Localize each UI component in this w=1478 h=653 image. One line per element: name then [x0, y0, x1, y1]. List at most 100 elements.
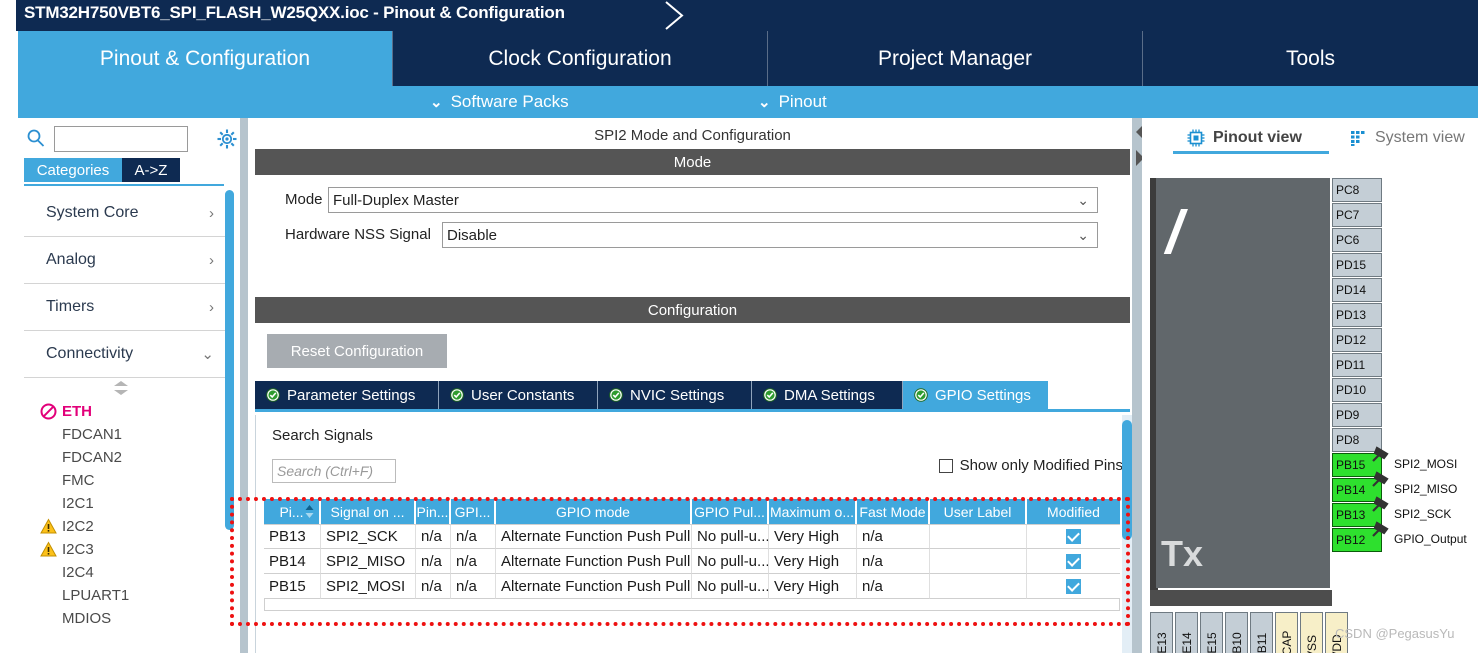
pin-pd13[interactable]: PD13 — [1332, 303, 1382, 327]
cell-gpio-pull[interactable]: No pull-u... — [692, 524, 769, 549]
pin-pd9[interactable]: PD9 — [1332, 403, 1382, 427]
pin-pd15[interactable]: PD15 — [1332, 253, 1382, 277]
column-header-gpio[interactable]: GPI... — [451, 499, 496, 524]
pinout-view-tab-label: System view — [1375, 129, 1465, 146]
cell-maximum-output[interactable]: Very High — [769, 549, 857, 574]
cell-gpio-mode[interactable]: Alternate Function Push Pull — [496, 524, 692, 549]
tab-dma-settings[interactable]: DMA Settings — [752, 381, 903, 409]
search-icon[interactable] — [26, 128, 46, 148]
sidebar-item-system-core[interactable]: System Core › — [24, 190, 230, 237]
pin-pb11[interactable]: PB11 — [1250, 612, 1273, 653]
segment-label: A->Z — [134, 161, 168, 179]
tab-pinout-configuration[interactable]: Pinout & Configuration — [18, 31, 393, 86]
sidebar-scrollbar-thumb[interactable] — [225, 190, 234, 530]
cell-maximum-output[interactable]: Very High — [769, 524, 857, 549]
software-packs-menu[interactable]: ⌄ Software Packs — [430, 86, 569, 118]
segment-categories[interactable]: Categories — [24, 158, 122, 182]
cell-user-label[interactable] — [930, 574, 1027, 599]
column-header-maximum-output[interactable]: Maximum o... — [769, 499, 857, 524]
sidebar-item-mdios[interactable]: MDIOS — [38, 607, 228, 630]
reset-configuration-button[interactable]: Reset Configuration — [267, 334, 447, 368]
pinout-view-tab-label: Pinout view — [1213, 129, 1302, 146]
cell-gpio-pull[interactable]: No pull-u... — [692, 574, 769, 599]
pin-pd12[interactable]: PD12 — [1332, 328, 1382, 352]
tab-user-constants[interactable]: User Constants — [439, 381, 598, 409]
cell-maximum-output[interactable]: Very High — [769, 574, 857, 599]
tab-clock-configuration[interactable]: Clock Configuration — [393, 31, 768, 86]
table-row[interactable]: PB15 SPI2_MOSI n/a n/a Alternate Functio… — [264, 574, 1120, 599]
configuration-tab-underline — [255, 409, 1130, 412]
resize-handle-icon[interactable] — [110, 381, 132, 395]
column-header-gpio-pull[interactable]: GPIO Pul... — [692, 499, 769, 524]
nss-field-label: Hardware NSS Signal — [285, 226, 431, 243]
sidebar-search-input[interactable] — [54, 126, 188, 152]
column-header-signal-on[interactable]: Signal on ... — [321, 499, 416, 524]
column-header-gpio-mode[interactable]: GPIO mode — [496, 499, 692, 524]
cell-gpio-mode[interactable]: Alternate Function Push Pull — [496, 574, 692, 599]
pin-pc6[interactable]: PC6 — [1332, 228, 1382, 252]
sidebar-item-i2c4[interactable]: I2C4 — [38, 561, 228, 584]
table-row[interactable]: PB14 SPI2_MISO n/a n/a Alternate Functio… — [264, 549, 1120, 574]
tab-system-view[interactable]: System view — [1350, 123, 1465, 153]
cell-user-label[interactable] — [930, 524, 1027, 549]
sidebar-item-connectivity[interactable]: Connectivity ⌄ — [24, 331, 230, 378]
gear-icon[interactable] — [216, 128, 238, 150]
column-header-fast-mode[interactable]: Fast Mode — [857, 499, 930, 524]
pin-pb10[interactable]: PB10 — [1225, 612, 1248, 653]
grid-icon — [1351, 130, 1365, 146]
sidebar-item-fdcan1[interactable]: FDCAN1 — [38, 423, 228, 446]
tab-tools[interactable]: Tools — [1143, 31, 1478, 86]
show-only-modified-pins-checkbox[interactable]: Show only Modified Pins — [938, 457, 1123, 474]
pin-pd10[interactable]: PD10 — [1332, 378, 1382, 402]
pin-pe15[interactable]: PE15 — [1200, 612, 1223, 653]
tab-nvic-settings[interactable]: NVIC Settings — [598, 381, 752, 409]
hardware-nss-select[interactable]: Disable ⌄ — [442, 222, 1098, 248]
column-header-user-label[interactable]: User Label — [930, 499, 1027, 524]
sidebar-item-i2c3[interactable]: I2C3 — [38, 538, 228, 561]
cell-modified[interactable] — [1027, 524, 1120, 549]
pin-name: PB12 — [1336, 533, 1366, 547]
cell-user-label[interactable] — [930, 549, 1027, 574]
pin-vcap[interactable]: VCAP — [1275, 612, 1298, 653]
sidebar-item-timers[interactable]: Timers › — [24, 284, 230, 331]
chip-diagram[interactable]: / Tx PC8 PC7 PC6 PD15 PD14 PD13 PD12 PD1… — [1142, 160, 1478, 653]
peripheral-list: ETH FDCAN1 FDCAN2 FMC I2C1 I2C2 I2C3 I2C… — [38, 400, 228, 630]
table-empty-filler — [264, 599, 1120, 611]
pin-pc8[interactable]: PC8 — [1332, 178, 1382, 202]
cell-modified[interactable] — [1027, 549, 1120, 574]
sidebar-item-eth[interactable]: ETH — [38, 400, 228, 423]
peripheral-label: I2C1 — [62, 495, 94, 512]
sidebar-item-analog[interactable]: Analog › — [24, 237, 230, 284]
sidebar-splitter[interactable] — [240, 118, 248, 653]
table-row[interactable]: PB13 SPI2_SCK n/a n/a Alternate Function… — [264, 524, 1120, 549]
column-header-pin-context[interactable]: Pin... — [416, 499, 451, 524]
sidebar-item-i2c1[interactable]: I2C1 — [38, 492, 228, 515]
tab-pinout-view[interactable]: Pinout view — [1187, 123, 1302, 153]
column-header-pin[interactable]: Pi... — [264, 499, 321, 524]
configuration-splitter[interactable] — [1132, 118, 1142, 653]
signal-search-input[interactable]: Search (Ctrl+F) — [272, 459, 396, 483]
sidebar-item-fmc[interactable]: FMC — [38, 469, 228, 492]
tab-gpio-settings[interactable]: GPIO Settings — [903, 381, 1048, 409]
cell-gpio-mode[interactable]: Alternate Function Push Pull — [496, 549, 692, 574]
pin-vss[interactable]: VSS — [1300, 612, 1323, 653]
configuration-scrollbar-thumb[interactable] — [1122, 420, 1132, 540]
pin-pe13[interactable]: PE13 — [1150, 612, 1173, 653]
pinout-menu[interactable]: ⌄ Pinout — [758, 86, 827, 118]
tab-parameter-settings[interactable]: Parameter Settings — [255, 381, 439, 409]
chip-logo-partial: / — [1166, 199, 1183, 266]
mode-select[interactable]: Full-Duplex Master ⌄ — [328, 187, 1098, 213]
cell-modified[interactable] — [1027, 574, 1120, 599]
pin-pd14[interactable]: PD14 — [1332, 278, 1382, 302]
sidebar-item-i2c2[interactable]: I2C2 — [38, 515, 228, 538]
tab-project-manager[interactable]: Project Manager — [768, 31, 1143, 86]
pin-pe14[interactable]: PE14 — [1175, 612, 1198, 653]
pin-pd11[interactable]: PD11 — [1332, 353, 1382, 377]
pin-pc7[interactable]: PC7 — [1332, 203, 1382, 227]
column-header-modified[interactable]: Modified — [1027, 499, 1120, 524]
mode-select-value: Full-Duplex Master — [333, 191, 459, 209]
sidebar-item-fdcan2[interactable]: FDCAN2 — [38, 446, 228, 469]
sidebar-item-lpuart1[interactable]: LPUART1 — [38, 584, 228, 607]
segment-a-to-z[interactable]: A->Z — [122, 158, 180, 182]
cell-gpio-pull[interactable]: No pull-u... — [692, 549, 769, 574]
